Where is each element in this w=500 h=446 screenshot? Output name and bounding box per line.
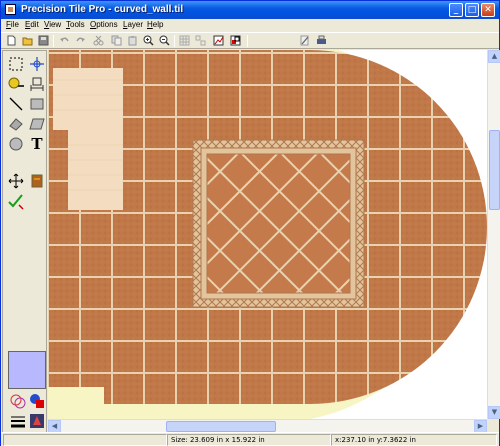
menu-mnemonic: F <box>6 20 11 29</box>
fill-color-icon[interactable] <box>27 391 47 411</box>
tape-measure-icon[interactable] <box>6 74 26 94</box>
align-icon[interactable] <box>195 35 206 46</box>
color-swatch[interactable] <box>8 351 46 389</box>
menu-file[interactable]: File <box>6 20 19 29</box>
redo-icon[interactable] <box>75 35 86 46</box>
notes-icon[interactable] <box>299 35 310 46</box>
move-tool-icon[interactable] <box>6 171 26 191</box>
application-window: Precision Tile Pro - curved_wall.til _ □… <box>0 0 500 446</box>
dimension-icon[interactable] <box>27 74 47 94</box>
chart-icon[interactable] <box>213 35 224 46</box>
status-coordinates: x:237.10 in y:7.3622 in <box>331 434 497 446</box>
menu-mnemonic: E <box>25 20 31 29</box>
crosshair-icon[interactable] <box>27 54 47 74</box>
circle-tool-icon[interactable] <box>6 134 26 154</box>
close-button[interactable]: ✕ <box>481 3 495 17</box>
status-cell-empty <box>3 434 167 446</box>
rectangle-tool-icon[interactable] <box>27 94 47 114</box>
grid-icon[interactable] <box>179 35 190 46</box>
scroll-down-button[interactable]: ▼ <box>488 406 500 419</box>
paste-icon[interactable] <box>127 35 138 46</box>
new-file-icon[interactable] <box>6 35 17 46</box>
drawing-canvas[interactable] <box>48 50 487 419</box>
menu-mnemonic: T <box>66 20 70 29</box>
scroll-up-button[interactable]: ▲ <box>488 50 500 63</box>
parallelogram-tool-icon[interactable] <box>27 114 47 134</box>
toolbar-separator <box>53 35 54 47</box>
text-tool-icon[interactable]: T <box>27 134 47 154</box>
color-mixer-icon[interactable] <box>8 391 28 411</box>
tile-floor-plan[interactable] <box>48 50 487 419</box>
toolbar-separator <box>174 35 175 47</box>
horizontal-scroll-thumb[interactable] <box>166 421 276 432</box>
vertical-scrollbar[interactable]: ▲ ▼ <box>487 50 500 419</box>
wall-segment <box>48 387 104 405</box>
menu-view[interactable]: View <box>44 20 61 29</box>
wood-area[interactable] <box>53 68 123 130</box>
title-bar[interactable]: Precision Tile Pro - curved_wall.til _ □… <box>1 1 499 19</box>
menu-layer[interactable]: Layer <box>123 20 143 29</box>
menu-options[interactable]: Options <box>90 20 118 29</box>
menu-mnemonic: V <box>44 20 50 29</box>
transform-icon[interactable] <box>230 35 241 46</box>
status-bar: Size: 23.609 in x 15.922 in x:237.10 in … <box>1 432 499 446</box>
menu-mnemonic: L <box>123 20 128 29</box>
print-icon[interactable] <box>316 35 327 46</box>
eraser-icon[interactable] <box>6 114 26 134</box>
main-toolbar <box>1 32 499 49</box>
diagonal-insert[interactable] <box>206 153 351 294</box>
window-title: Precision Tile Pro - curved_wall.til <box>21 4 184 15</box>
paint-bucket-icon[interactable] <box>27 171 47 191</box>
menu-tools[interactable]: Tools <box>66 20 85 29</box>
maximize-button[interactable]: □ <box>465 3 479 17</box>
menu-edit[interactable]: Edit <box>25 20 39 29</box>
layers-icon[interactable] <box>27 411 47 431</box>
menu-mnemonic: O <box>90 20 97 29</box>
line-weight-icon[interactable] <box>8 411 28 431</box>
horizontal-scrollbar[interactable]: ◀ ▶ <box>48 419 487 433</box>
vertical-scroll-thumb[interactable] <box>489 130 500 210</box>
minimize-button[interactable]: _ <box>449 3 463 17</box>
menu-bar: File Edit View Tools Options Layer Help <box>1 19 499 32</box>
line-tool-icon[interactable] <box>6 94 26 114</box>
zoom-in-icon[interactable] <box>143 35 154 46</box>
status-size: Size: 23.609 in x 15.922 in <box>167 434 331 446</box>
menu-help[interactable]: Help <box>147 20 163 29</box>
scissors-icon[interactable] <box>93 35 104 46</box>
menu-mnemonic: H <box>147 20 153 29</box>
app-icon <box>5 4 16 15</box>
undo-icon[interactable] <box>59 35 70 46</box>
validate-icon[interactable] <box>6 191 26 211</box>
zoom-out-icon[interactable] <box>159 35 170 46</box>
copy-icon[interactable] <box>111 35 122 46</box>
tool-palette: T <box>2 50 47 433</box>
select-rect-icon[interactable] <box>6 54 26 74</box>
save-icon[interactable] <box>38 35 49 46</box>
open-folder-icon[interactable] <box>22 35 33 46</box>
toolbar-separator <box>247 35 248 47</box>
